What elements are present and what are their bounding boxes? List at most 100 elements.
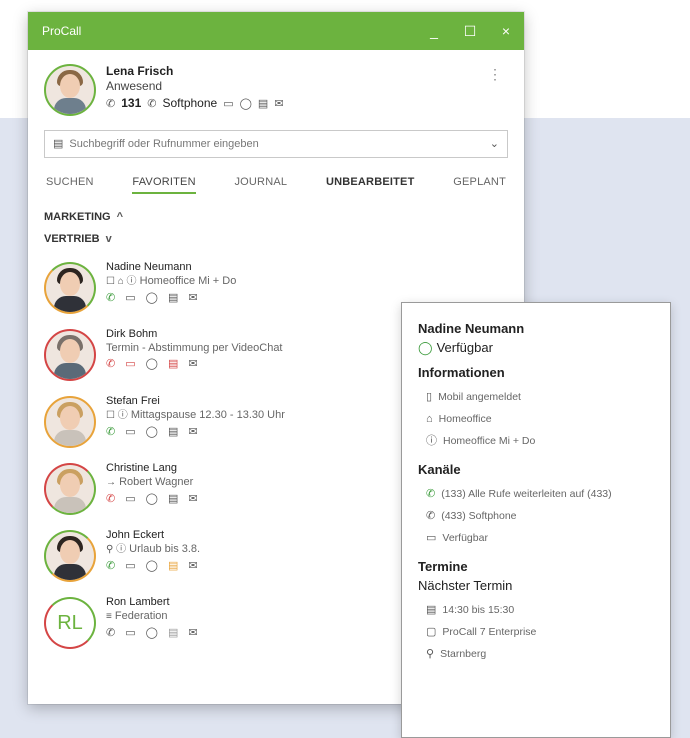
detail-text: Federation [114,610,168,622]
chevron-down-icon[interactable]: ⌄ [490,137,499,151]
phone-forward-icon[interactable]: ✆ [106,425,115,439]
avatar-body [54,497,86,513]
chevron-up-icon: ^ [116,211,124,223]
video-icon[interactable]: ▭ [125,492,135,506]
next-appointment-label: Nächster Termin [418,578,513,593]
chat-icon[interactable]: ◯ [146,291,158,305]
avatar-body [54,564,86,580]
detail-text: Urlaub bis 3.8. [129,543,201,555]
video-icon[interactable]: ▭ [125,357,135,371]
profile-extension[interactable]: 131 [121,96,141,111]
contact-name: Dirk Bohm [106,328,158,340]
phone-icon[interactable]: ✆ [106,492,115,506]
phone-forward-icon[interactable]: ✆ [106,291,115,305]
channel-row[interactable]: ✆ (133) Alle Rufe weiterleiten auf (433) [418,483,670,505]
info-row: ⌂ Homeoffice [418,408,670,430]
own-profile: Lena Frisch Anwesend ✆ 131 ✆ Softphone ▭… [28,50,524,126]
contact-info: Christine Lang → Robert Wagner ✆ ▭ ◯ ▤ ✉ [106,461,198,506]
group-marketing[interactable]: MARKETING ^ [28,206,524,228]
avatar-body [54,296,86,312]
popup-info-title: Informationen [418,365,505,380]
softphone-label[interactable]: Softphone [162,96,217,111]
tab-favorites[interactable]: FAVORITEN [132,176,196,194]
video-icon[interactable]: ▭ [125,559,135,573]
avatar-face [60,540,80,564]
avatar-body [54,363,86,379]
contact-actions: ✆ ▭ ◯ ▤ ✉ [106,626,198,640]
calendar-icon[interactable]: ▤ [168,626,178,640]
avatar[interactable] [44,64,96,116]
appointment-row: ▢ ProCall 7 Enterprise [418,621,670,643]
contact-detail: ≡ Federation [106,609,198,624]
contact-detail: ☐ ⌂ ⓘ Homeoffice Mi + Do [106,274,236,289]
phone-icon: ✆ [106,97,116,110]
calendar-icon[interactable]: ▤ [258,97,268,111]
contact-name: Nadine Neumann [106,261,192,273]
contact-name: John Eckert [106,529,165,541]
chat-icon[interactable]: ◯ [146,559,158,573]
mail-icon[interactable]: ✉ [274,97,283,111]
phone-forward-icon[interactable]: ✆ [106,559,115,573]
calendar-icon[interactable]: ▤ [168,559,178,573]
tab-planned[interactable]: GEPLANT [453,176,506,194]
chat-icon[interactable]: ◯ [146,492,158,506]
channel-row[interactable]: ✆ (433) Softphone [418,505,670,527]
mail-icon[interactable]: ✉ [188,291,197,305]
speech-bubble-icon: ▢ [426,626,437,638]
avatar [44,396,96,448]
profile-status[interactable]: Anwesend [106,79,284,94]
info-icon: ⓘ [426,435,437,447]
contact-info: Dirk Bohm Termin - Abstimmung per VideoC… [106,327,283,371]
minimize-button[interactable]: _ [416,12,452,50]
group-vertrieb[interactable]: VERTRIEB v [28,228,524,250]
video-icon[interactable]: ▭ [125,626,135,640]
mail-icon[interactable]: ✉ [188,425,197,439]
phone-icon[interactable]: ✆ [106,626,115,640]
contact-actions: ✆ ▭ ◯ ▤ ✉ [106,492,198,506]
search-input[interactable]: Suchbegriff oder Rufnummer eingeben [69,138,489,150]
video-icon[interactable]: ▭ [223,97,233,111]
close-button[interactable]: × [488,12,524,50]
calendar-icon[interactable]: ▤ [168,425,178,439]
appointment-row: ▤ 14:30 bis 15:30 [418,599,670,621]
mail-icon[interactable]: ✉ [188,492,197,506]
calendar-icon[interactable]: ▤ [168,357,178,371]
mail-icon[interactable]: ✉ [188,626,197,640]
mobile-icon: ▯ [426,391,433,403]
tab-search[interactable]: SUCHEN [46,176,94,194]
tab-unprocessed[interactable]: UNBEARBEITET [326,176,415,194]
channel-row[interactable]: ▭ Verfügbar [418,527,670,549]
chat-icon[interactable]: ◯ [146,626,158,640]
video-icon: ▭ [426,532,437,544]
chat-icon[interactable]: ◯ [240,97,252,111]
avatar [44,329,96,381]
contact-detail: → Robert Wagner [106,475,198,490]
more-options-icon[interactable]: ⋮ [488,66,502,83]
calendar-icon[interactable]: ▤ [168,492,178,506]
info-row: ⓘ Homeoffice Mi + Do [418,430,670,452]
avatar-body [54,98,86,114]
popup-channels-title: Kanäle [418,462,461,477]
window-title: ProCall [42,24,82,38]
chat-icon[interactable]: ◯ [146,425,158,439]
calendar-icon[interactable]: ▤ [168,291,178,305]
search-field[interactable]: ▤ Suchbegriff oder Rufnummer eingeben ⌄ [44,130,508,158]
contact-name: Christine Lang [106,462,177,474]
chat-bubble-icon: ◯ [418,339,433,355]
contact-actions: ✆ ▭ ◯ ▤ ✉ [106,357,283,371]
profile-channels: ✆ 131 ✆ Softphone ▭ ◯ ▤ ✉ [106,96,284,111]
chat-icon[interactable]: ◯ [146,357,158,371]
video-icon[interactable]: ▭ [125,425,135,439]
video-icon[interactable]: ▭ [125,291,135,305]
maximize-button[interactable]: ☐ [452,12,488,50]
tab-journal[interactable]: JOURNAL [234,176,287,194]
contact-actions: ✆ ▭ ◯ ▤ ✉ [106,291,236,305]
phone-icon[interactable]: ✆ [106,357,115,371]
home-icon: ⌂ [426,413,433,425]
availability-text: Verfügbar [436,340,493,355]
mail-icon[interactable]: ✉ [188,357,197,371]
phone-forward-icon: ✆ [426,488,436,500]
channel-text: Verfügbar [442,532,488,544]
contact-info: John Eckert ⚲ ⓘ Urlaub bis 3.8. ✆ ▭ ◯ ▤ … [106,528,200,573]
mail-icon[interactable]: ✉ [188,559,197,573]
